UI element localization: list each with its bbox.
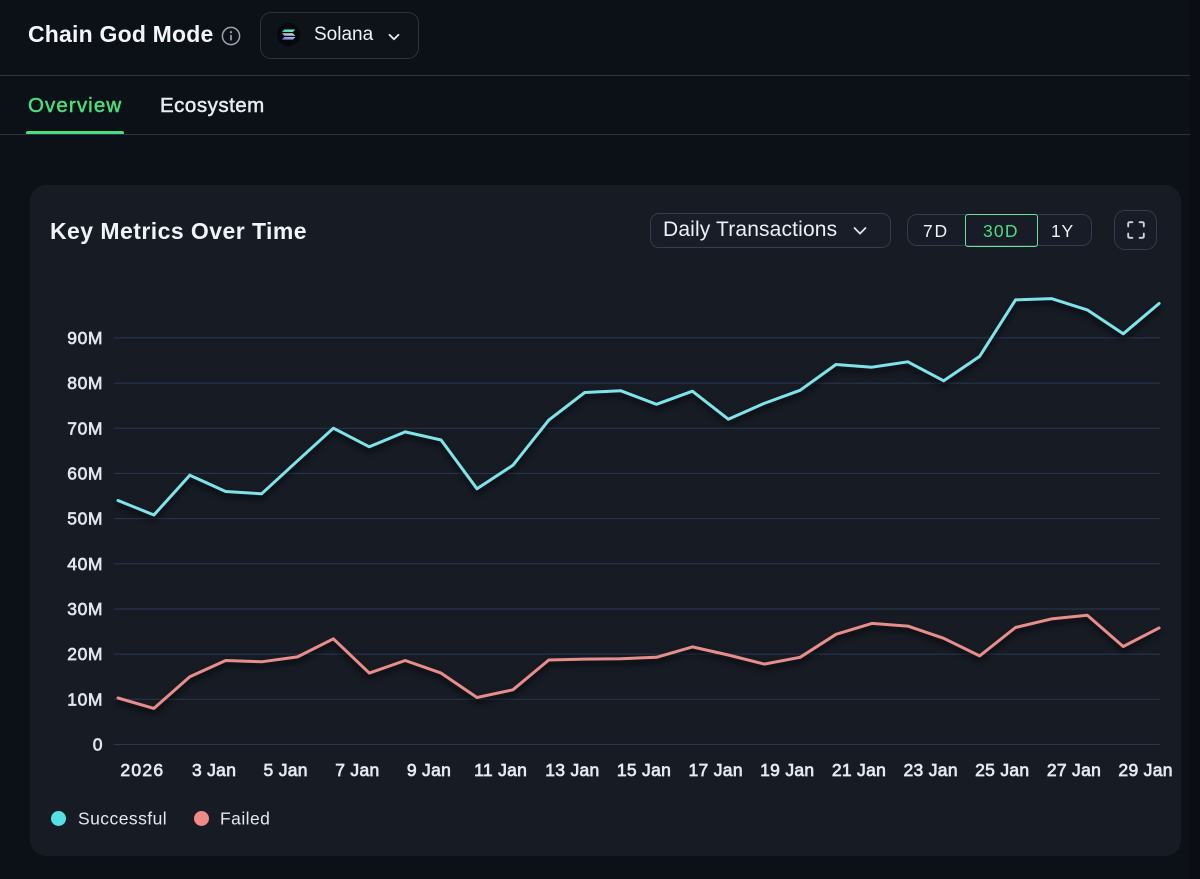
svg-text:29 Jan: 29 Jan [1118, 760, 1172, 780]
svg-text:3 Jan: 3 Jan [192, 760, 236, 780]
svg-text:15 Jan: 15 Jan [617, 760, 671, 780]
svg-text:7 Jan: 7 Jan [335, 760, 379, 780]
svg-text:60M: 60M [67, 464, 103, 484]
svg-text:90M: 90M [67, 328, 103, 348]
svg-text:Failed: Failed [220, 809, 270, 829]
svg-text:21 Jan: 21 Jan [832, 760, 886, 780]
svg-text:50M: 50M [67, 509, 103, 529]
svg-text:80M: 80M [67, 373, 103, 393]
svg-text:17 Jan: 17 Jan [689, 760, 743, 780]
svg-text:25 Jan: 25 Jan [975, 760, 1029, 780]
svg-text:30M: 30M [67, 599, 103, 619]
svg-text:70M: 70M [67, 418, 103, 438]
svg-text:9 Jan: 9 Jan [407, 760, 451, 780]
svg-text:23 Jan: 23 Jan [904, 760, 958, 780]
svg-text:2026: 2026 [120, 760, 164, 780]
svg-text:13 Jan: 13 Jan [545, 760, 599, 780]
svg-text:0: 0 [93, 735, 103, 755]
svg-text:5 Jan: 5 Jan [264, 760, 308, 780]
svg-text:Successful: Successful [78, 809, 167, 829]
svg-text:20M: 20M [67, 644, 103, 664]
svg-text:40M: 40M [67, 554, 103, 574]
svg-text:11 Jan: 11 Jan [474, 760, 527, 780]
svg-text:10M: 10M [67, 689, 103, 709]
svg-text:27 Jan: 27 Jan [1047, 760, 1101, 780]
svg-text:19 Jan: 19 Jan [760, 760, 814, 780]
